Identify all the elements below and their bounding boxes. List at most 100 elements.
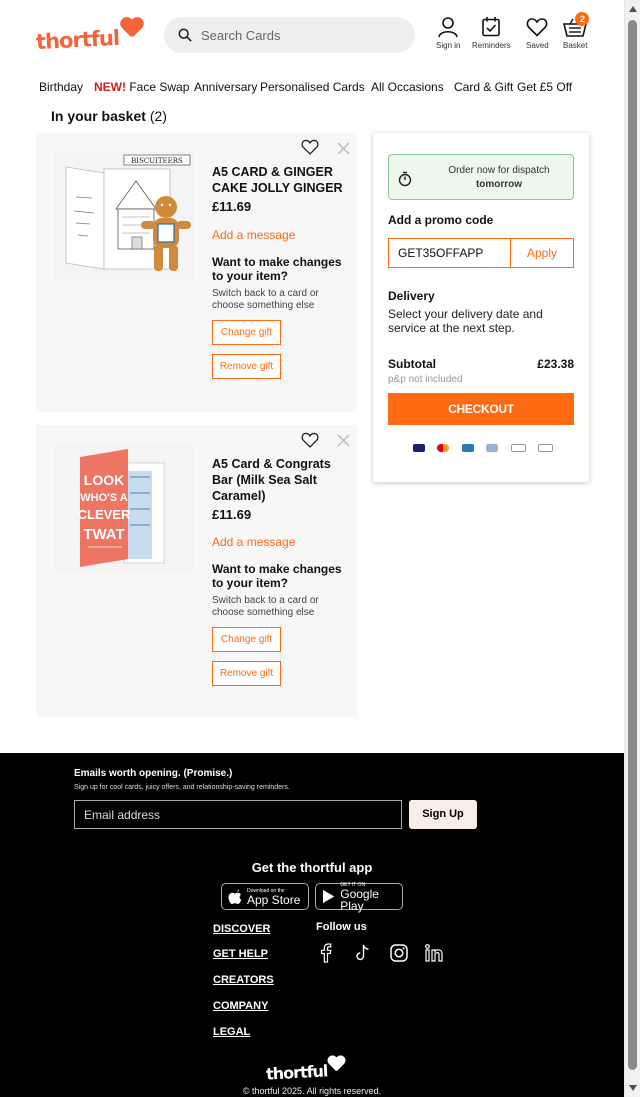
visa-icon xyxy=(413,444,425,452)
nav-birthday[interactable]: Birthday xyxy=(39,80,83,94)
remove-gift-button[interactable]: Remove gift xyxy=(212,661,281,686)
heart-icon xyxy=(526,18,548,37)
item-price: £11.69 xyxy=(212,507,252,522)
close-icon[interactable] xyxy=(337,142,350,155)
footer-logo-text: thortful xyxy=(265,1061,328,1084)
footer-logo[interactable]: thortful xyxy=(265,1056,346,1084)
thortful-logo[interactable]: thortful xyxy=(35,20,144,55)
dispatch-line: Order now for dispatch xyxy=(448,165,550,176)
email-input[interactable] xyxy=(74,800,402,829)
follow-us-label: Follow us xyxy=(316,921,367,933)
promo-code-input[interactable] xyxy=(388,238,511,268)
basket-count: (2) xyxy=(149,108,167,124)
footer-link-discover[interactable]: DISCOVER xyxy=(213,923,270,935)
subtotal-label: Subtotal xyxy=(388,357,436,371)
item-title[interactable]: A5 CARD & GINGER CAKE JOLLY GINGER xyxy=(212,164,347,196)
google-big: Google Play xyxy=(340,886,379,913)
item-price: £11.69 xyxy=(212,199,252,214)
card-text-line: WHO'S A xyxy=(80,492,127,504)
footer-link-get-help[interactable]: GET HELP xyxy=(213,948,268,960)
nav-anniversary[interactable]: Anniversary xyxy=(194,80,257,94)
footer-logo-heart-icon xyxy=(327,1056,346,1073)
apply-promo-button[interactable]: Apply xyxy=(510,238,574,268)
saved-label: Saved xyxy=(526,41,549,50)
logo-text: thortful xyxy=(35,25,120,55)
subtotal-value: £23.38 xyxy=(537,357,574,371)
change-prompt: Want to make changes to your item? xyxy=(212,562,342,590)
card-text-line: CLEVER xyxy=(78,507,131,522)
tiktok-icon[interactable] xyxy=(353,943,373,963)
sign-up-button[interactable]: Sign Up xyxy=(409,800,477,829)
checkout-button[interactable]: CHECKOUT xyxy=(388,393,574,425)
delivery-label: Delivery xyxy=(388,289,435,303)
footer-link-creators[interactable]: CREATORS xyxy=(213,974,274,986)
scrollbar[interactable] xyxy=(624,0,640,1097)
dispatch-day: tomorrow xyxy=(475,179,523,190)
linkedin-icon[interactable] xyxy=(424,943,444,963)
congrats-card-image: LOOK WHO'S A CLEVER TWAT xyxy=(54,443,194,573)
calendar-check-icon xyxy=(482,17,501,37)
basket-title: In your basket xyxy=(51,108,146,124)
change-prompt: Want to make changes to your item? xyxy=(212,255,342,283)
ginger-card-image: BISCUITEERS xyxy=(54,151,194,281)
basket-button[interactable]: Basket 2 xyxy=(563,12,590,50)
dispatch-text: Order now for dispatch tomorrow xyxy=(429,164,569,192)
save-item-heart-icon[interactable] xyxy=(301,138,319,156)
instagram-icon[interactable] xyxy=(389,943,409,963)
promo-label: Add a promo code xyxy=(388,213,494,227)
scrollbar-thumb[interactable] xyxy=(628,20,637,1070)
scroll-down-arrow-icon[interactable] xyxy=(629,1085,637,1091)
add-message-link[interactable]: Add a message xyxy=(212,228,295,242)
mastercard-icon xyxy=(437,444,450,452)
delivery-text: Select your delivery date and service at… xyxy=(388,307,543,335)
switch-hint: Switch back to a card or choose somethin… xyxy=(212,595,319,618)
google-play-badge[interactable]: GET IT ON Google Play xyxy=(315,882,403,913)
basket-item: BISCUITEERS A5 CARD & GINGER CAKE JOLLY … xyxy=(36,133,357,412)
sign-in-button[interactable]: Sign in xyxy=(436,16,460,50)
footer-link-legal[interactable]: LEGAL xyxy=(213,1026,250,1038)
apple-pay-icon xyxy=(510,444,526,452)
basket-page: thortful Sign in Reminders Saved Basket … xyxy=(0,0,624,1097)
nav-get-5-off[interactable]: Get £5 Off xyxy=(517,80,572,94)
google-pay-icon xyxy=(537,444,553,452)
app-store-big: App Store xyxy=(247,892,301,907)
sign-in-label: Sign in xyxy=(436,41,461,50)
paypal-icon xyxy=(486,444,499,452)
newsletter-subtext: Sign up for cool cards, juicy offers, an… xyxy=(74,784,290,791)
pp-note: p&p not included xyxy=(388,374,463,385)
copyright: © thortful 2025. All rights reserved. xyxy=(242,1086,382,1096)
newsletter-heading: Emails worth opening. (Promise.) xyxy=(74,768,233,779)
search-bar[interactable] xyxy=(164,17,415,53)
nav-all-occasions[interactable]: All Occasions xyxy=(371,80,444,94)
remove-gift-button[interactable]: Remove gift xyxy=(212,354,281,379)
facebook-icon[interactable] xyxy=(316,943,336,963)
footer-link-company[interactable]: COMPANY xyxy=(213,1000,268,1012)
user-icon xyxy=(438,17,459,38)
new-badge: NEW! xyxy=(94,80,126,94)
search-icon xyxy=(178,28,192,42)
change-gift-button[interactable]: Change gift xyxy=(212,320,281,345)
nav-card-and-gift[interactable]: Card & Gift xyxy=(454,80,513,94)
order-summary: Order now for dispatch tomorrow Add a pr… xyxy=(373,133,589,482)
close-icon[interactable] xyxy=(337,434,350,447)
nav-personalised-cards[interactable]: Personalised Cards xyxy=(260,80,365,94)
nav-face-swap[interactable]: NEW! Face Swap xyxy=(94,80,189,94)
item-title[interactable]: A5 Card & Congrats Bar (Milk Sea Salt Ca… xyxy=(212,456,347,504)
product-image[interactable]: LOOK WHO'S A CLEVER TWAT xyxy=(54,443,194,573)
amex-icon xyxy=(461,444,474,452)
save-item-heart-icon[interactable] xyxy=(301,431,319,449)
basket-heading: In your basket (2) xyxy=(51,108,167,124)
stopwatch-icon xyxy=(398,171,412,187)
search-input[interactable] xyxy=(201,27,401,43)
payment-icons xyxy=(413,442,553,454)
reminders-button[interactable]: Reminders xyxy=(472,16,511,50)
app-store-badge[interactable]: Download on the App Store xyxy=(221,883,309,910)
saved-button[interactable]: Saved xyxy=(526,16,549,50)
add-message-link[interactable]: Add a message xyxy=(212,535,295,549)
change-gift-button[interactable]: Change gift xyxy=(212,627,281,652)
basket-count-badge: 2 xyxy=(575,12,590,26)
basket-item: LOOK WHO'S A CLEVER TWAT A5 Card & Congr… xyxy=(36,425,357,717)
scroll-up-arrow-icon[interactable] xyxy=(629,6,637,12)
product-image[interactable]: BISCUITEERS xyxy=(54,151,194,281)
nav-face-swap-label: Face Swap xyxy=(129,80,190,94)
